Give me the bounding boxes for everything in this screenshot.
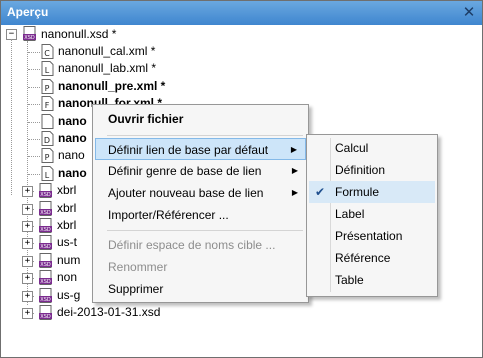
menu-item-label: Importer/Référencer ... <box>108 208 229 222</box>
checkmark-icon: ✔ <box>315 185 326 199</box>
svg-text:XSD: XSD <box>40 227 51 233</box>
tree-item-label: xbrl <box>57 183 77 198</box>
submenu-item-presentation[interactable]: Présentation <box>309 225 435 247</box>
context-menu: Ouvrir fichier Définir lien de base par … <box>92 104 309 303</box>
submenu-arrow-icon: ▶ <box>291 166 298 175</box>
linkbase-icon <box>41 113 54 129</box>
tree-item-label: us-g <box>57 287 81 302</box>
formula-linkbase-icon: F <box>41 96 54 112</box>
tree-item-label: nanonull_lab.xml * <box>58 61 157 76</box>
menu-item-delete[interactable]: Supprimer <box>95 278 306 300</box>
menu-separator <box>107 230 303 231</box>
xsd-file-icon: XSD <box>39 200 52 216</box>
submenu-item-label[interactable]: Label <box>309 203 435 225</box>
xsd-file-icon: XSD <box>39 235 52 251</box>
svg-text:XSD: XSD <box>40 262 51 268</box>
xsd-file-icon: XSD <box>23 26 36 41</box>
menu-item-add-new-linkbase[interactable]: Ajouter nouveau base de lien ▶ <box>95 182 306 204</box>
menu-item-label: Ouvrir fichier <box>108 112 184 126</box>
close-icon[interactable]: ✕ <box>461 4 477 20</box>
expand-toggle[interactable]: + <box>22 308 33 319</box>
svg-text:P: P <box>45 84 50 93</box>
svg-text:XSD: XSD <box>40 210 51 216</box>
expand-toggle[interactable]: + <box>22 221 33 232</box>
svg-text:XSD: XSD <box>40 244 51 250</box>
tree-item-label: nano <box>58 113 87 128</box>
expand-toggle[interactable]: + <box>22 238 33 250</box>
svg-text:XSD: XSD <box>40 314 51 320</box>
expand-toggle[interactable]: + <box>22 290 33 302</box>
svg-text:P: P <box>45 153 50 162</box>
menu-item-label: Renommer <box>108 260 168 274</box>
tree-item-label: nanonull_cal.xml * <box>58 44 156 58</box>
menu-item-label: Définir lien de base par défaut <box>108 143 269 157</box>
tree-item-label: non <box>57 270 78 285</box>
expand-toggle[interactable]: + <box>22 203 33 215</box>
submenu-item-label: Calcul <box>335 141 369 155</box>
tree-item-label: xbrl <box>57 218 77 232</box>
menu-item-open-file[interactable]: Ouvrir fichier <box>95 108 306 130</box>
calc-linkbase-icon: C <box>41 44 54 59</box>
tree-item-label: us-t <box>57 235 78 250</box>
menu-separator <box>107 135 303 136</box>
menu-item-rename: Renommer <box>95 256 306 278</box>
panel-title: Aperçu <box>7 5 49 19</box>
tree-item-label: nano <box>58 148 85 163</box>
presentation-linkbase-icon: P <box>41 78 54 94</box>
xsd-file-icon: XSD <box>39 270 52 286</box>
svg-text:L: L <box>45 171 50 180</box>
menu-item-set-default-linkbase[interactable]: Définir lien de base par défaut ▶ <box>95 138 306 160</box>
svg-text:XSD: XSD <box>40 192 51 198</box>
tree-item-label: nano <box>58 131 87 145</box>
submenu-item-formule[interactable]: ✔ Formule <box>309 181 435 203</box>
submenu-item-label: Formule <box>335 185 380 199</box>
menu-item-label: Définir espace de noms cible ... <box>108 238 276 252</box>
menu-item-label: Supprimer <box>108 282 164 296</box>
tree-item-label: nanonull_pre.xml * <box>58 78 166 93</box>
xsd-file-icon: XSD <box>39 252 52 268</box>
submenu-item-definition[interactable]: Définition <box>309 159 435 181</box>
expand-toggle[interactable]: + <box>22 273 33 285</box>
svg-text:XSD: XSD <box>40 297 51 303</box>
menu-item-label: Ajouter nouveau base de lien <box>108 186 264 200</box>
submenu-item-calcul[interactable]: Calcul <box>309 137 435 159</box>
presentation-linkbase-icon: P <box>41 148 54 164</box>
expand-toggle[interactable]: + <box>22 255 33 267</box>
svg-text:F: F <box>45 101 50 110</box>
menu-item-import-reference[interactable]: Importer/Référencer ... <box>95 204 306 226</box>
label-linkbase-icon: L <box>41 165 54 181</box>
tree-item-label: nano <box>58 165 87 180</box>
linkbase-type-submenu: Calcul Définition ✔ Formule Label Présent… <box>306 134 438 297</box>
xsd-file-icon: XSD <box>39 305 52 320</box>
submenu-arrow-icon: ▶ <box>290 145 297 154</box>
menu-item-label: Définir genre de base de lien <box>108 164 262 178</box>
expand-toggle[interactable]: + <box>22 186 33 198</box>
svg-text:XSD: XSD <box>24 35 35 41</box>
xsd-file-icon: XSD <box>39 218 52 233</box>
menu-item-set-target-namespace: Définir espace de noms cible ... <box>95 234 306 256</box>
submenu-item-table[interactable]: Table <box>309 269 435 291</box>
definition-linkbase-icon: D <box>41 131 54 146</box>
submenu-item-label: Table <box>335 273 364 287</box>
svg-text:XSD: XSD <box>40 279 51 285</box>
submenu-item-reference[interactable]: Référence <box>309 247 435 269</box>
tree-item-label: num <box>57 252 81 267</box>
submenu-arrow-icon: ▶ <box>291 188 298 197</box>
submenu-item-label: Référence <box>335 251 391 265</box>
tree-item-label: dei-2013-01-31.xsd <box>57 305 161 319</box>
menu-item-set-linkbase-kind[interactable]: Définir genre de base de lien ▶ <box>95 160 306 182</box>
submenu-item-label: Définition <box>335 163 386 177</box>
submenu-item-label: Label <box>335 207 365 221</box>
svg-text:D: D <box>44 136 50 145</box>
xsd-file-icon: XSD <box>39 183 52 199</box>
svg-text:L: L <box>45 66 50 75</box>
panel-title-bar: Aperçu ✕ <box>1 1 482 25</box>
tree-item-label: xbrl <box>57 200 77 215</box>
tree-root-label: nanonull.xsd * <box>41 27 117 41</box>
label-linkbase-icon: L <box>41 61 54 77</box>
submenu-item-label: Présentation <box>335 229 403 243</box>
xsd-file-icon: XSD <box>39 287 52 303</box>
svg-text:C: C <box>44 49 50 58</box>
